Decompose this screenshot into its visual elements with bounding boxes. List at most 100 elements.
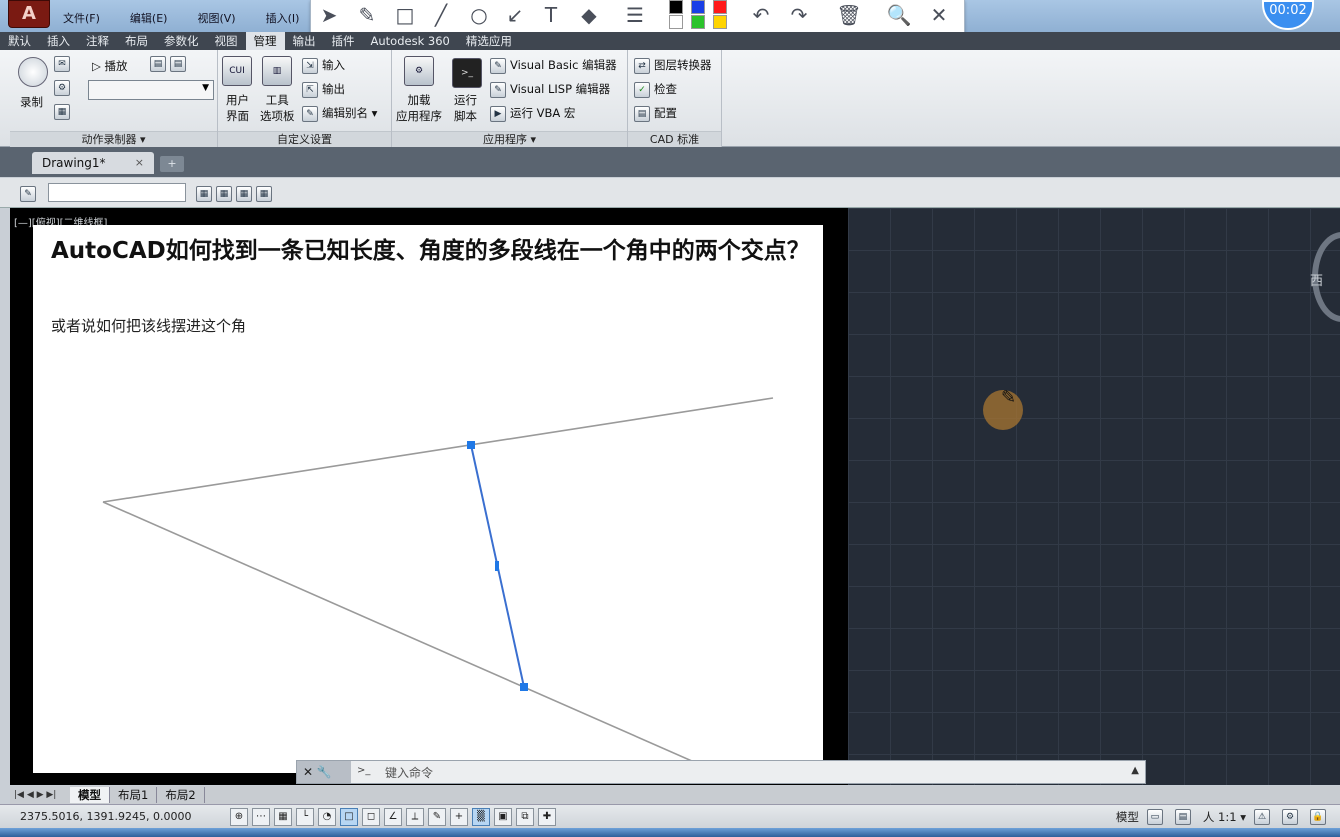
- close-icon[interactable]: ✕: [925, 2, 953, 28]
- layout-tab-1[interactable]: 布局1: [110, 787, 158, 803]
- layout-icon[interactable]: ▭: [1146, 809, 1163, 825]
- ribbon-tab-2[interactable]: 注释: [78, 32, 117, 50]
- layer-translator-button[interactable]: ⇄ 图层转换器: [634, 57, 712, 74]
- user-interface-button[interactable]: 用户 界面: [226, 92, 249, 124]
- color-swatch-white[interactable]: [669, 15, 683, 29]
- layout-tab-model[interactable]: 模型: [70, 787, 110, 803]
- object-snap-icon[interactable]: □: [340, 808, 358, 826]
- block-icon-3[interactable]: ▦: [236, 185, 252, 202]
- drawing-tab[interactable]: Drawing1* ×: [32, 152, 154, 174]
- export-button[interactable]: ⇱ 输出: [302, 81, 345, 98]
- vba-editor-button[interactable]: ✎ Visual Basic 编辑器: [490, 57, 617, 74]
- layout-tab-2[interactable]: 布局2: [157, 787, 205, 803]
- workspace-icon[interactable]: ⚙: [1282, 809, 1298, 825]
- settings-icon[interactable]: 🔧: [317, 765, 332, 779]
- polyline-grip-mid[interactable]: [495, 561, 499, 571]
- menu-insert[interactable]: 插入(I): [258, 10, 300, 30]
- lisp-editor-button[interactable]: ✎ Visual LISP 编辑器: [490, 81, 610, 98]
- run-script-button[interactable]: 运行 脚本: [454, 92, 477, 124]
- dynamic-ucs-icon[interactable]: ⟂: [406, 808, 424, 826]
- command-history-arrow-icon[interactable]: ▲: [1131, 765, 1139, 776]
- run-vba-macro-button[interactable]: ▶ 运行 VBA 宏: [490, 105, 575, 122]
- annotation-visibility-icon[interactable]: ⚠: [1254, 809, 1270, 825]
- request-input-icon[interactable]: ▦: [54, 104, 74, 120]
- polyline-grip-end[interactable]: [520, 683, 528, 691]
- pen-icon[interactable]: ✎: [353, 2, 381, 28]
- tool-palettes-button[interactable]: 工具 选项板: [260, 92, 295, 124]
- ribbon-tab-7[interactable]: 输出: [285, 32, 324, 50]
- ribbon-tab-5[interactable]: 视图: [207, 32, 246, 50]
- annotation-scale[interactable]: 人 1:1 ▾: [1203, 809, 1246, 825]
- polyline-grip-start[interactable]: [467, 441, 475, 449]
- command-line-handle[interactable]: ✕ 🔧: [297, 761, 351, 783]
- command-input[interactable]: 键入命令: [385, 764, 433, 781]
- snap-mode-icon[interactable]: ⋯: [252, 808, 270, 826]
- line-width-icon[interactable]: ☰: [621, 2, 649, 28]
- close-icon[interactable]: ✕: [303, 765, 313, 779]
- load-application-button[interactable]: 加载 应用程序: [396, 92, 442, 124]
- select-arrow-icon[interactable]: ➤: [315, 2, 343, 28]
- ribbon-tab-1[interactable]: 插入: [39, 32, 78, 50]
- macro-dropdown[interactable]: ▼: [88, 80, 214, 100]
- edit-icon[interactable]: ✎: [20, 183, 40, 202]
- quick-input-field[interactable]: [48, 183, 186, 202]
- ribbon-tab-3[interactable]: 布局: [117, 32, 156, 50]
- block-icon-2[interactable]: ▦: [216, 185, 232, 202]
- circle-icon[interactable]: ○: [465, 2, 493, 28]
- application-menu-button[interactable]: A: [8, 0, 50, 28]
- lineweight-icon[interactable]: +: [450, 808, 468, 826]
- new-tab-button[interactable]: +: [160, 156, 184, 172]
- play-button[interactable]: ▷ 播放: [92, 58, 128, 74]
- panel-title-applications[interactable]: 应用程序 ▾: [392, 131, 627, 147]
- color-swatch-green[interactable]: [691, 15, 705, 29]
- arrow-icon[interactable]: ↙: [501, 2, 529, 28]
- menu-view[interactable]: 视图(V): [189, 10, 235, 30]
- annotation-monitor-icon[interactable]: ✚: [538, 808, 556, 826]
- ribbon-tab-4[interactable]: 参数化: [156, 32, 207, 50]
- ribbon-tab-10[interactable]: 精选应用: [458, 32, 520, 50]
- rectangle-icon[interactable]: □: [391, 2, 419, 28]
- grid-display-icon[interactable]: ▦: [274, 808, 292, 826]
- undo-icon[interactable]: ↶: [747, 2, 775, 28]
- polar-tracking-icon[interactable]: ◔: [318, 808, 336, 826]
- quick-view-icon[interactable]: ▤: [1174, 809, 1191, 825]
- selection-cycling-icon[interactable]: ⧉: [516, 808, 534, 826]
- block-icon-1[interactable]: ▦: [196, 185, 212, 202]
- eraser-icon[interactable]: ◆: [575, 2, 603, 28]
- block-icon-4[interactable]: ▦: [256, 185, 272, 202]
- insert-message-icon[interactable]: ⚙: [54, 80, 74, 96]
- color-swatch-red[interactable]: [713, 0, 727, 14]
- ribbon-tab-8[interactable]: 插件: [324, 32, 363, 50]
- macro-icon[interactable]: ▤ ▤: [150, 56, 190, 72]
- color-swatch-yellow[interactable]: [713, 15, 727, 29]
- record-icon[interactable]: [18, 57, 48, 87]
- color-swatch-black[interactable]: [669, 0, 683, 14]
- line-icon[interactable]: ╱: [427, 2, 455, 28]
- color-swatch-blue[interactable]: [691, 0, 705, 14]
- otrack-icon[interactable]: ∠: [384, 808, 402, 826]
- redo-icon[interactable]: ↷: [785, 2, 813, 28]
- close-tab-icon[interactable]: ×: [135, 152, 144, 174]
- zoom-icon[interactable]: 🔍: [885, 2, 913, 28]
- delete-icon[interactable]: 🗑: [835, 2, 863, 28]
- tool-palettes-icon[interactable]: ▥: [262, 56, 292, 86]
- edit-aliases-button[interactable]: ✎ 编辑别名 ▾: [302, 105, 377, 122]
- panel-title-action-recorder[interactable]: 动作录制器 ▾: [10, 131, 217, 147]
- record-label[interactable]: 录制: [20, 94, 43, 110]
- compass-west-label[interactable]: 西: [1310, 270, 1323, 289]
- run-script-icon[interactable]: >_: [452, 58, 482, 88]
- lock-icon[interactable]: 🔒: [1310, 809, 1326, 825]
- message-icon[interactable]: ✉: [54, 56, 74, 72]
- quick-properties-icon[interactable]: ▣: [494, 808, 512, 826]
- layout-nav-arrows[interactable]: |◀ ◀ ▶ ▶|: [10, 790, 70, 800]
- ortho-mode-icon[interactable]: └: [296, 808, 314, 826]
- load-application-icon[interactable]: ⚙: [404, 56, 434, 86]
- dynamic-input-icon[interactable]: ✎: [428, 808, 446, 826]
- 3d-osnap-icon[interactable]: ◻: [362, 808, 380, 826]
- transparency-icon[interactable]: ▒: [472, 808, 490, 826]
- text-icon[interactable]: T: [537, 2, 565, 28]
- configure-button[interactable]: ▤ 配置: [634, 105, 677, 122]
- user-interface-icon[interactable]: CUI: [222, 56, 252, 86]
- model-space-label[interactable]: 模型: [1116, 809, 1139, 825]
- menu-file[interactable]: 文件(F): [55, 10, 100, 30]
